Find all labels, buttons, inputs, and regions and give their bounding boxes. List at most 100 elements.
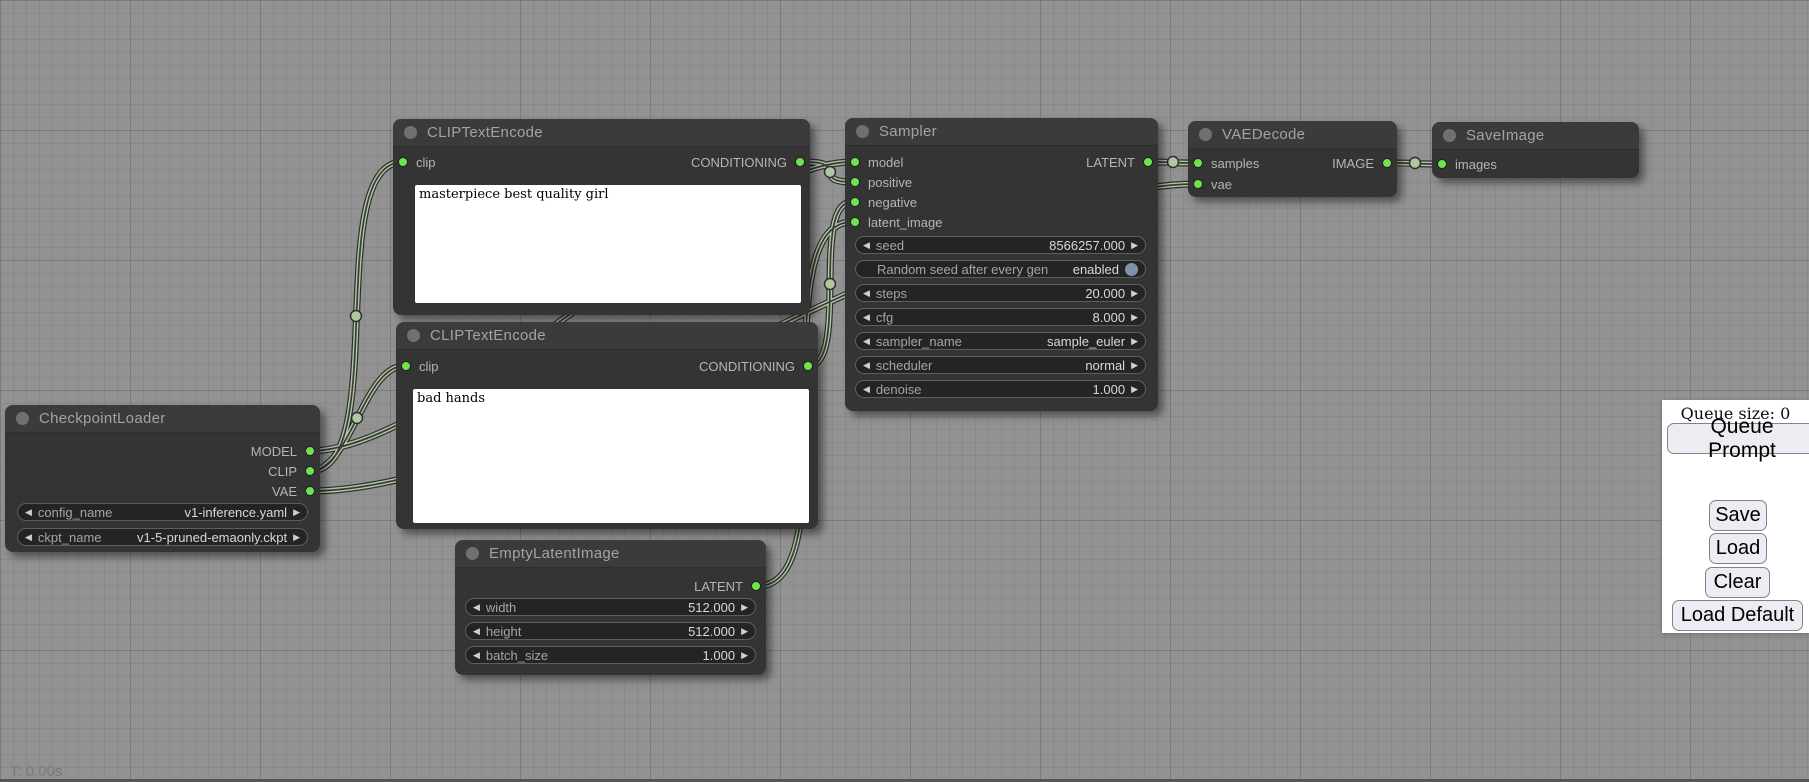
input-port-icon[interactable] [850,157,860,167]
widget-value: v1-5-pruned-emaonly.ckpt [137,530,287,545]
node-cliptextencode-positive[interactable]: CLIPTextEncode clip CONDITIONING masterp… [393,119,810,315]
node-vaedecode[interactable]: VAEDecode samples IMAGE vae [1188,121,1397,197]
node-title-bar[interactable]: CheckpointLoader [5,405,320,433]
slot-label: images [1455,157,1497,172]
node-sampler[interactable]: Sampler model LATENT positive negative l… [845,118,1158,411]
widget-label: seed [876,238,904,253]
left-arrow-icon[interactable]: ◀ [25,503,32,521]
right-arrow-icon[interactable]: ▶ [1131,284,1138,302]
slot-row: model LATENT [845,152,1158,172]
input-port-icon[interactable] [850,177,860,187]
right-arrow-icon[interactable]: ▶ [293,503,300,521]
right-arrow-icon[interactable]: ▶ [1131,356,1138,374]
output-port-icon[interactable] [1143,157,1153,167]
load-default-button[interactable]: Load Default [1672,600,1803,631]
input-port-icon[interactable] [850,217,860,227]
comfy-menu-panel[interactable]: Queue size: 0 Queue Prompt Save Load Cle… [1662,400,1809,633]
node-title: CLIPTextEncode [427,124,543,141]
positive-prompt-textarea[interactable]: masterpiece best quality girl [415,185,801,303]
right-arrow-icon[interactable]: ▶ [741,598,748,616]
output-port-icon[interactable] [795,157,805,167]
output-port-icon[interactable] [1382,158,1392,168]
output-port-icon[interactable] [803,361,813,371]
widget-label: batch_size [486,648,548,663]
node-emptylatentimage[interactable]: EmptyLatentImage LATENT ◀ width 512.000 … [455,540,766,675]
right-arrow-icon[interactable]: ▶ [1131,380,1138,398]
output-port-icon[interactable] [305,466,315,476]
collapse-dot-icon[interactable] [404,126,417,139]
node-title-bar[interactable]: EmptyLatentImage [455,540,766,568]
widget-value: 512.000 [688,600,735,615]
left-arrow-icon[interactable]: ◀ [863,236,870,254]
config-name-widget[interactable]: ◀ config_name v1-inference.yaml ▶ [17,503,308,521]
left-arrow-icon[interactable]: ◀ [863,356,870,374]
collapse-dot-icon[interactable] [856,125,869,138]
output-port-icon[interactable] [751,581,761,591]
left-arrow-icon[interactable]: ◀ [473,646,480,664]
input-port-icon[interactable] [850,197,860,207]
node-title-bar[interactable]: CLIPTextEncode [396,322,818,350]
load-button[interactable]: Load [1709,533,1767,564]
scheduler-widget[interactable]: ◀ scheduler normal ▶ [855,356,1146,374]
left-arrow-icon[interactable]: ◀ [25,528,32,546]
right-arrow-icon[interactable]: ▶ [293,528,300,546]
node-cliptextencode-negative[interactable]: CLIPTextEncode clip CONDITIONING bad han… [396,322,818,529]
right-arrow-icon[interactable]: ▶ [1131,332,1138,350]
slot-label: IMAGE [1332,156,1374,171]
ckpt-name-widget[interactable]: ◀ ckpt_name v1-5-pruned-emaonly.ckpt ▶ [17,528,308,546]
denoise-widget[interactable]: ◀ denoise 1.000 ▶ [855,380,1146,398]
height-widget[interactable]: ◀ height 512.000 ▶ [465,622,756,640]
negative-prompt-textarea[interactable]: bad hands [413,389,809,523]
batch-size-widget[interactable]: ◀ batch_size 1.000 ▶ [465,646,756,664]
node-checkpointloader[interactable]: CheckpointLoader MODEL CLIP VAE ◀ config… [5,405,320,552]
right-arrow-icon[interactable]: ▶ [1131,308,1138,326]
width-widget[interactable]: ◀ width 512.000 ▶ [465,598,756,616]
widget-label: denoise [876,382,922,397]
slot-row: clip CONDITIONING [396,356,818,376]
steps-widget[interactable]: ◀ steps 20.000 ▶ [855,284,1146,302]
save-button[interactable]: Save [1709,500,1767,531]
widget-value: 1.000 [703,648,736,663]
node-saveimage[interactable]: SaveImage images [1432,122,1639,178]
output-port-icon[interactable] [305,446,315,456]
left-arrow-icon[interactable]: ◀ [863,332,870,350]
right-arrow-icon[interactable]: ▶ [1131,236,1138,254]
node-title-bar[interactable]: VAEDecode [1188,121,1397,149]
node-title-bar[interactable]: SaveImage [1432,122,1639,150]
node-title-bar[interactable]: CLIPTextEncode [393,119,810,147]
left-arrow-icon[interactable]: ◀ [473,622,480,640]
input-slot-latent-image: latent_image [845,212,1158,232]
input-port-icon[interactable] [1437,159,1447,169]
collapse-dot-icon[interactable] [407,329,420,342]
output-port-icon[interactable] [305,486,315,496]
input-port-icon[interactable] [401,361,411,371]
input-port-icon[interactable] [1193,158,1203,168]
random-seed-toggle-widget[interactable]: Random seed after every gen enabled [855,260,1146,278]
widget-value: sample_euler [1047,334,1125,349]
collapse-dot-icon[interactable] [16,412,29,425]
collapse-dot-icon[interactable] [1443,129,1456,142]
right-arrow-icon[interactable]: ▶ [741,646,748,664]
left-arrow-icon[interactable]: ◀ [863,284,870,302]
node-title-bar[interactable]: Sampler [845,118,1158,146]
collapse-dot-icon[interactable] [466,547,479,560]
queue-prompt-button[interactable]: Queue Prompt [1667,423,1809,454]
input-port-icon[interactable] [398,157,408,167]
sampler-name-widget[interactable]: ◀ sampler_name sample_euler ▶ [855,332,1146,350]
left-arrow-icon[interactable]: ◀ [863,308,870,326]
seed-widget[interactable]: ◀ seed 8566257.000 ▶ [855,236,1146,254]
right-arrow-icon[interactable]: ▶ [741,622,748,640]
input-port-icon[interactable] [1193,179,1203,189]
left-arrow-icon[interactable]: ◀ [473,598,480,616]
left-arrow-icon[interactable]: ◀ [863,380,870,398]
widget-value: 8.000 [1093,310,1126,325]
slot-label: clip [419,359,439,374]
slot-label: latent_image [868,215,942,230]
collapse-dot-icon[interactable] [1199,128,1212,141]
toggle-dot-icon[interactable] [1125,263,1138,276]
widget-label: config_name [38,505,112,520]
clear-button[interactable]: Clear [1705,567,1770,598]
cfg-widget[interactable]: ◀ cfg 8.000 ▶ [855,308,1146,326]
slot-label: CONDITIONING [699,359,795,374]
node-graph-canvas[interactable]: CheckpointLoader MODEL CLIP VAE ◀ config… [0,0,1809,782]
